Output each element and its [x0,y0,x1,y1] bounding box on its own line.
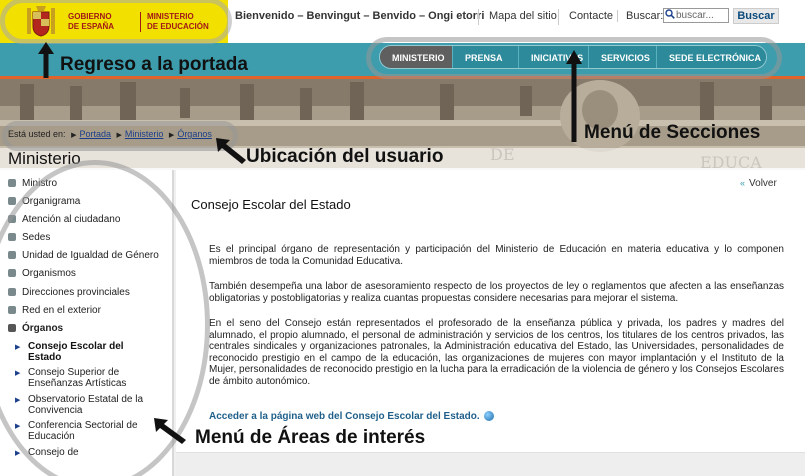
page: GOBIERNO DE ESPAÑA MINISTERIO DE EDUCACIÓN… [0,0,805,476]
annotation-portada: Regreso a la portada [60,54,248,75]
highlight-logo [0,0,232,44]
arrow-diagonal-icon [154,418,186,444]
paragraph: También desempeña una labor de asesorami… [209,281,784,304]
highlight-breadcrumb [2,121,238,151]
plus-bullet-icon [8,179,16,187]
search-button[interactable]: Buscar [733,8,779,24]
external-website-link[interactable]: Acceder a la página web del Consejo Esco… [209,411,494,422]
globe-icon [483,411,494,422]
content-title: Consejo Escolar del Estado [191,197,351,212]
annotation-secciones: Menú de Secciones [584,122,761,143]
annotation-ubicacion: Ubicación del usuario [246,146,444,167]
search-icon [665,9,675,19]
back-link[interactable]: «Volver [740,178,777,189]
bottom-strip [176,452,805,476]
welcome-text: Bienvenido – Benvingut – Benvido – Ongi … [235,10,485,22]
contact-link[interactable]: Contacte [558,9,613,25]
plus-bullet-icon [8,197,16,205]
site-map-link[interactable]: Mapa del sitio [478,9,557,25]
double-chevron-left-icon: « [740,178,746,188]
search-label: Buscar: [617,10,663,22]
annotation-areas: Menú de Áreas de interés [195,427,426,448]
paragraph: Es el principal órgano de representación… [209,244,784,267]
arrow-diagonal-icon [216,138,246,164]
arrow-up-icon [566,50,582,142]
arrow-up-icon [38,42,54,78]
paragraph: En el seno del Consejo están representad… [209,318,784,387]
